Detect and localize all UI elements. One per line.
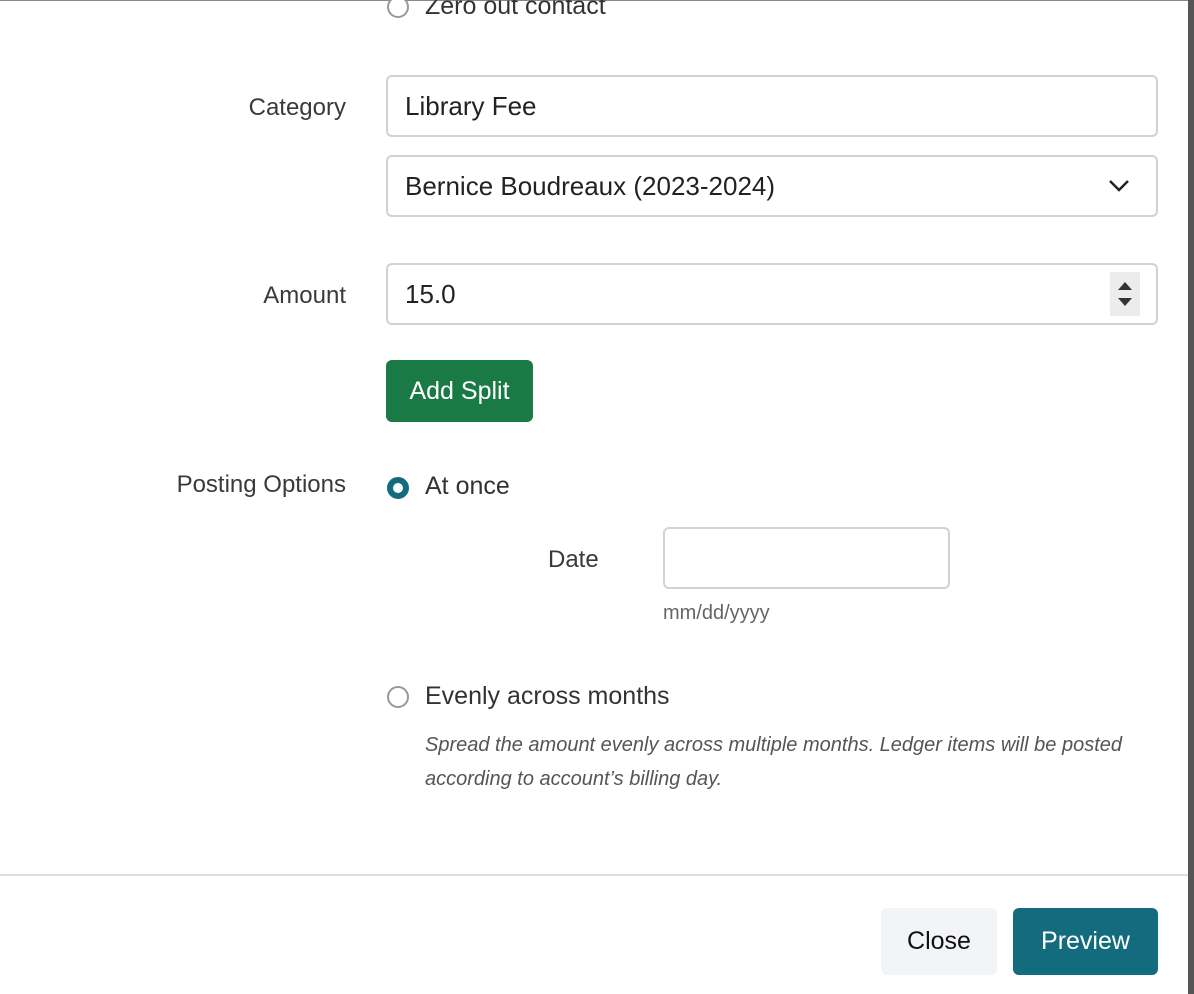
category-label: Category [0, 94, 346, 122]
at-once-label: At once [425, 472, 510, 501]
category-input[interactable]: Library Fee [386, 75, 1158, 137]
amount-stepper[interactable] [1110, 272, 1140, 316]
amount-value: 15.0 [405, 279, 456, 310]
footer-divider [0, 874, 1188, 876]
category-value: Library Fee [405, 91, 537, 122]
stepper-up-icon[interactable] [1118, 282, 1132, 290]
posting-options-label: Posting Options [0, 471, 346, 499]
evenly-help-text: Spread the amount evenly across multiple… [425, 728, 1155, 796]
chevron-down-icon [1108, 179, 1130, 193]
add-split-button[interactable]: Add Split [386, 360, 533, 422]
stepper-down-icon[interactable] [1118, 298, 1132, 306]
close-button[interactable]: Close [881, 908, 997, 975]
at-once-radio[interactable] [387, 477, 409, 499]
zero-out-radio[interactable] [387, 0, 409, 18]
amount-input[interactable]: 15.0 [386, 263, 1158, 325]
zero-out-label: Zero out contact [425, 0, 606, 21]
account-select-value: Bernice Boudreaux (2023-2024) [405, 171, 775, 202]
date-input[interactable] [663, 527, 950, 589]
background-edge [1188, 0, 1194, 994]
date-hint: mm/dd/yyyy [663, 602, 770, 625]
date-label: Date [548, 546, 599, 574]
evenly-label: Evenly across months [425, 682, 670, 711]
account-select[interactable]: Bernice Boudreaux (2023-2024) [386, 155, 1158, 217]
amount-label: Amount [0, 282, 346, 310]
evenly-radio[interactable] [387, 686, 409, 708]
preview-button[interactable]: Preview [1013, 908, 1158, 975]
